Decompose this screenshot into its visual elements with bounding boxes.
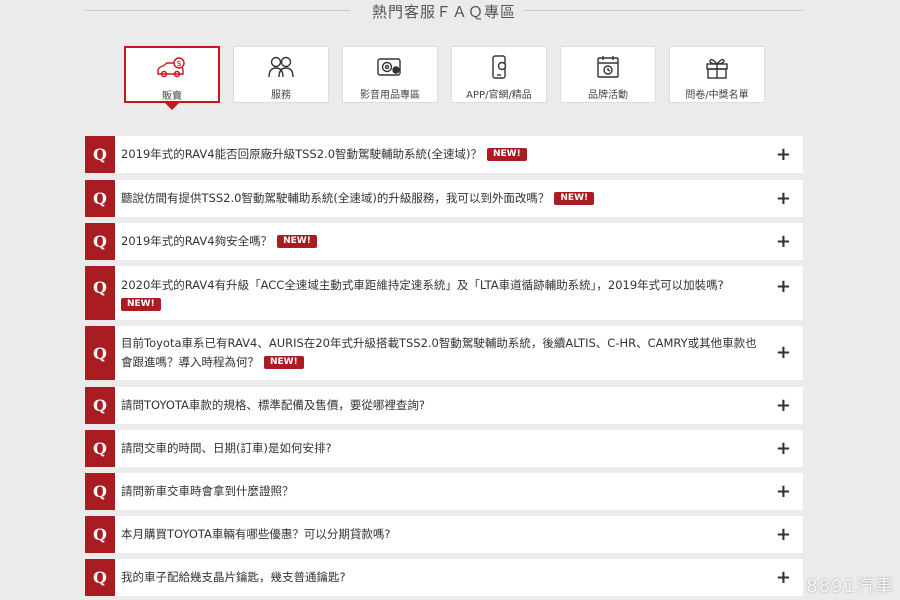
tab-label: 問卷/中獎名單 bbox=[685, 90, 749, 101]
q-badge: Q bbox=[85, 136, 115, 173]
faq-question: 我的車子配給幾支晶片鑰匙，幾支普通鑰匙? bbox=[115, 559, 803, 596]
faq-item[interactable]: Q 2020年式的RAV4有升級「ACC全速域主動式車距維持定速系統」及「LTA… bbox=[85, 266, 803, 320]
new-badge: NEW! bbox=[277, 235, 317, 248]
faq-question: 本月購買TOYOTA車輛有哪些優惠？可以分期貸款嗎? bbox=[115, 516, 803, 553]
faq-question: 2020年式的RAV4有升級「ACC全速域主動式車距維持定速系統」及「LTA車道… bbox=[115, 266, 803, 320]
faq-question-text: 我的車子配給幾支晶片鑰匙，幾支普通鑰匙? bbox=[121, 570, 346, 584]
q-badge: Q bbox=[85, 223, 115, 260]
calendar-icon bbox=[593, 55, 623, 79]
new-badge: NEW! bbox=[264, 356, 304, 369]
q-badge: Q bbox=[85, 430, 115, 467]
faq-question-text: 請問交車的時間、日期(訂車)是如何安排? bbox=[121, 441, 332, 455]
faq-question-text: 聽說仿間有提供TSS2.0智動駕駛輔助系統(全速域)的升級服務，我可以到外面改嗎… bbox=[121, 191, 550, 205]
faq-question: 請問交車的時間、日期(訂車)是如何安排? bbox=[115, 430, 803, 467]
q-badge: Q bbox=[85, 516, 115, 553]
faq-question-text: 本月購買TOYOTA車輛有哪些優惠？可以分期貸款嗎? bbox=[121, 527, 391, 541]
expand-icon[interactable]: + bbox=[776, 482, 791, 501]
faq-question: 請問TOYOTA車款的規格、標準配備及售價，要從哪裡查詢? bbox=[115, 387, 803, 424]
faq-question-text: 2019年式的RAV4夠安全嗎？ bbox=[121, 234, 273, 248]
faq-question: 2019年式的RAV4夠安全嗎？ NEW! bbox=[115, 223, 803, 260]
tab-label: 販賣 bbox=[162, 91, 182, 102]
expand-icon[interactable]: + bbox=[776, 525, 791, 544]
people-icon bbox=[266, 55, 296, 79]
new-badge: NEW! bbox=[121, 298, 161, 311]
faq-question-text: 目前Toyota車系已有RAV4、AURIS在20年式升級搭載TSS2.0智動駕… bbox=[121, 336, 757, 369]
tab-sales[interactable]: $ 販賣 bbox=[124, 46, 220, 110]
faq-question: 目前Toyota車系已有RAV4、AURIS在20年式升級搭載TSS2.0智動駕… bbox=[115, 326, 803, 380]
tab-label: APP/官網/精品 bbox=[466, 90, 532, 101]
q-badge: Q bbox=[85, 326, 115, 380]
tab-label: 服務 bbox=[271, 90, 291, 101]
faq-item[interactable]: Q 本月購買TOYOTA車輛有哪些優惠？可以分期貸款嗎? + bbox=[85, 516, 803, 553]
faq-question-text: 2019年式的RAV4能否回原廠升級TSS2.0智動駕駛輔助系統(全速域)？ bbox=[121, 147, 482, 161]
faq-question-text: 2020年式的RAV4有升級「ACC全速域主動式車距維持定速系統」及「LTA車道… bbox=[121, 278, 724, 292]
mobile-app-icon bbox=[484, 55, 514, 79]
expand-icon[interactable]: + bbox=[776, 568, 791, 587]
expand-icon[interactable]: + bbox=[776, 396, 791, 415]
faq-question: 聽說仿間有提供TSS2.0智動駕駛輔助系統(全速域)的升級服務，我可以到外面改嗎… bbox=[115, 180, 803, 217]
watermark-logo: 8891汽車 bbox=[806, 576, 894, 597]
tab-label: 影音用品專區 bbox=[360, 90, 420, 101]
new-badge: NEW! bbox=[487, 148, 527, 161]
expand-icon[interactable]: + bbox=[776, 189, 791, 208]
q-badge: Q bbox=[85, 559, 115, 596]
faq-item[interactable]: Q 2019年式的RAV4夠安全嗎？ NEW! + bbox=[85, 223, 803, 260]
faq-question-text: 請問新車交車時會拿到什麼證照？ bbox=[121, 484, 294, 498]
faq-item[interactable]: Q 請問TOYOTA車款的規格、標準配備及售價，要從哪裡查詢? + bbox=[85, 387, 803, 424]
faq-item[interactable]: Q 2019年式的RAV4能否回原廠升級TSS2.0智動駕駛輔助系統(全速域)？… bbox=[85, 136, 803, 173]
expand-icon[interactable]: + bbox=[776, 232, 791, 251]
tab-media-products[interactable]: 影音用品專區 bbox=[342, 46, 438, 103]
car-dollar-icon: $ bbox=[155, 56, 189, 80]
tab-survey-winners[interactable]: 問卷/中獎名單 bbox=[669, 46, 765, 103]
tab-app-web[interactable]: APP/官網/精品 bbox=[451, 46, 547, 103]
media-device-icon bbox=[375, 55, 405, 79]
faq-question-text: 請問TOYOTA車款的規格、標準配備及售價，要從哪裡查詢? bbox=[121, 398, 425, 412]
title-divider-right bbox=[518, 10, 803, 11]
q-badge: Q bbox=[85, 473, 115, 510]
expand-icon[interactable]: + bbox=[776, 344, 791, 362]
faq-item[interactable]: Q 聽說仿間有提供TSS2.0智動駕駛輔助系統(全速域)的升級服務，我可以到外面… bbox=[85, 180, 803, 217]
tab-service[interactable]: 服務 bbox=[233, 46, 329, 103]
q-badge: Q bbox=[85, 266, 115, 320]
faq-item[interactable]: Q 請問新車交車時會拿到什麼證照？ + bbox=[85, 473, 803, 510]
faq-item[interactable]: Q 請問交車的時間、日期(訂車)是如何安排? + bbox=[85, 430, 803, 467]
new-badge: NEW! bbox=[554, 192, 595, 205]
faq-item[interactable]: Q 目前Toyota車系已有RAV4、AURIS在20年式升級搭載TSS2.0智… bbox=[85, 326, 803, 380]
faq-item[interactable]: Q 我的車子配給幾支晶片鑰匙，幾支普通鑰匙? + bbox=[85, 559, 803, 596]
tab-brand-events[interactable]: 品牌活動 bbox=[560, 46, 656, 103]
expand-icon[interactable]: + bbox=[776, 439, 791, 458]
q-badge: Q bbox=[85, 180, 115, 217]
title-divider-left bbox=[85, 10, 350, 11]
page-title: 熱門客服ＦＡＱ專區 bbox=[363, 0, 524, 22]
svg-text:$: $ bbox=[176, 59, 181, 68]
expand-icon[interactable]: + bbox=[776, 278, 791, 296]
tab-label: 品牌活動 bbox=[588, 90, 628, 101]
gift-icon bbox=[702, 55, 732, 79]
faq-question: 2019年式的RAV4能否回原廠升級TSS2.0智動駕駛輔助系統(全速域)？ NE… bbox=[115, 136, 803, 173]
category-tabs: $ 販賣 服務 影音用品專區 APP/官網/精品 品牌活動 問卷/中獎名單 bbox=[124, 46, 768, 110]
q-badge: Q bbox=[85, 387, 115, 424]
faq-section-header: 熱門客服ＦＡＱ專區 bbox=[85, 0, 803, 22]
faq-question: 請問新車交車時會拿到什麼證照？ bbox=[115, 473, 803, 510]
expand-icon[interactable]: + bbox=[776, 145, 791, 164]
